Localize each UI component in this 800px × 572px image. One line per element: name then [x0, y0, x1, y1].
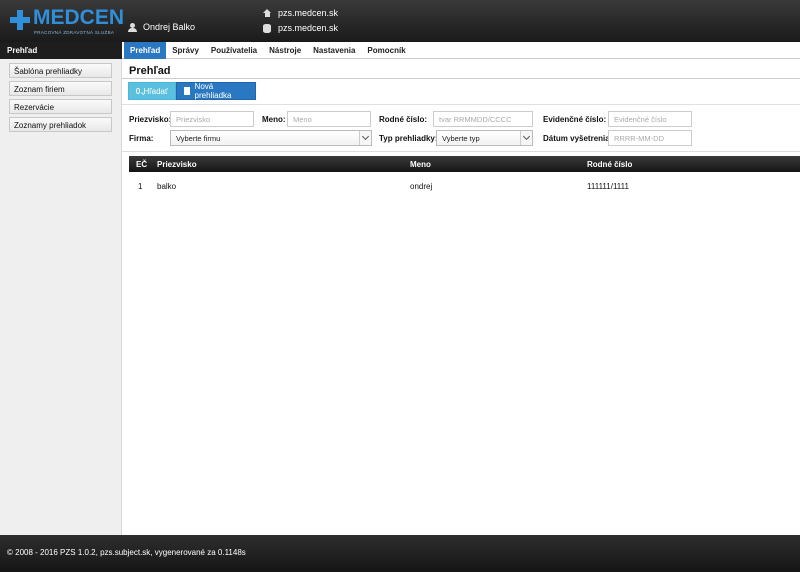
tab-spravy[interactable]: Správy	[166, 42, 205, 59]
divider	[122, 78, 800, 79]
search-button[interactable]: Hľadať	[128, 82, 176, 100]
column-header-birth-number[interactable]: Rodné číslo	[587, 160, 632, 169]
logo-tagline: PRACOVNÁ ZDRAVOTNÁ SLUŽBA	[34, 30, 115, 35]
user-icon	[128, 22, 137, 32]
name-input[interactable]	[287, 111, 371, 127]
tab-nastroje[interactable]: Nástroje	[263, 42, 307, 59]
logo-text: MEDCEN	[33, 6, 125, 29]
sidebar-item-zoznam-firiem[interactable]: Zoznam firiem	[9, 81, 112, 96]
medical-cross-icon	[10, 10, 30, 30]
search-button-label: Hľadať	[143, 86, 168, 96]
tab-pomocnik[interactable]: Pomocník	[361, 42, 411, 59]
host-db-text: pzs.medcen.sk	[278, 23, 339, 33]
chevron-down-icon	[359, 131, 371, 145]
firm-label: Firma:	[129, 134, 154, 143]
cell-name: ondrej	[410, 182, 433, 191]
database-icon	[263, 23, 271, 33]
footer-text: © 2008 - 2016 PZS 1.0.2, pzs.subject.sk,…	[7, 548, 246, 557]
sidebar-item-rezervacie[interactable]: Rezervácie	[9, 99, 112, 114]
birth-number-label: Rodné číslo:	[379, 115, 428, 124]
exam-date-input[interactable]	[608, 130, 692, 146]
document-icon	[184, 87, 190, 95]
divider	[122, 151, 800, 152]
exam-type-select[interactable]: Vyberte typ	[436, 130, 533, 146]
tab-prehlad[interactable]: Prehľad	[124, 42, 167, 59]
new-exam-button[interactable]: Nová prehliadka	[176, 82, 256, 100]
main-content: Prehľad Hľadať Nová prehliadka Priezvisk…	[122, 59, 800, 535]
cell-birth-number: 111111/1111	[587, 182, 629, 191]
table-header: EČ Priezvisko Meno Rodné číslo	[129, 156, 800, 172]
sidebar-item-sablona[interactable]: Šablóna prehliadky	[9, 63, 112, 78]
app-header: MEDCEN PRACOVNÁ ZDRAVOTNÁ SLUŽBA Ondrej …	[0, 0, 800, 42]
firm-select[interactable]: Vyberte firmu	[170, 130, 372, 146]
birth-number-input[interactable]	[433, 111, 533, 127]
table-row[interactable]: 1 balko ondrej 111111/1111	[129, 179, 800, 195]
host-home-text: pzs.medcen.sk	[278, 8, 339, 18]
exam-type-label: Typ prehliadky:	[379, 134, 438, 143]
surname-input[interactable]	[170, 111, 254, 127]
tab-nastavenia[interactable]: Nastavenia	[307, 42, 361, 59]
column-header-surname[interactable]: Priezvisko	[157, 160, 197, 169]
sidebar-title: Prehľad	[0, 42, 122, 59]
home-icon	[263, 9, 272, 17]
chevron-down-icon	[520, 131, 532, 145]
name-label: Meno:	[262, 115, 286, 124]
current-user[interactable]: Ondrej Balko	[128, 22, 195, 32]
new-exam-button-label: Nová prehliadka	[194, 82, 232, 100]
sidebar: Šablóna prehliadky Zoznam firiem Rezervá…	[0, 59, 122, 535]
evidence-number-label: Evidenčné číslo:	[543, 115, 607, 124]
search-icon	[136, 88, 140, 94]
exam-date-label: Dátum vyšetrenia:	[543, 134, 613, 143]
host-db-link[interactable]: pzs.medcen.sk	[263, 23, 338, 33]
divider	[122, 104, 800, 105]
footer: © 2008 - 2016 PZS 1.0.2, pzs.subject.sk,…	[0, 535, 800, 572]
column-header-ec[interactable]: EČ	[136, 160, 147, 169]
exam-type-select-value: Vyberte typ	[442, 134, 480, 143]
host-home-link[interactable]: pzs.medcen.sk	[263, 8, 338, 18]
medcen-logo[interactable]: MEDCEN PRACOVNÁ ZDRAVOTNÁ SLUŽBA	[8, 6, 124, 38]
firm-select-value: Vyberte firmu	[176, 134, 221, 143]
surname-label: Priezvisko:	[129, 115, 172, 124]
cell-surname: balko	[157, 182, 177, 191]
sidebar-item-zoznamy-prehliadok[interactable]: Zoznamy prehliadok	[9, 117, 112, 132]
user-name: Ondrej Balko	[143, 22, 196, 32]
page-title: Prehľad	[129, 65, 171, 77]
nav-tabs: Prehľad Správy Používatelia Nástroje Nas…	[124, 42, 412, 59]
tab-pouzivatelia[interactable]: Používatelia	[205, 42, 263, 59]
evidence-number-input[interactable]	[608, 111, 692, 127]
main-nav: Prehľad Prehľad Správy Používatelia Nást…	[0, 42, 800, 59]
column-header-name[interactable]: Meno	[410, 160, 431, 169]
cell-ec: 1	[138, 182, 143, 191]
